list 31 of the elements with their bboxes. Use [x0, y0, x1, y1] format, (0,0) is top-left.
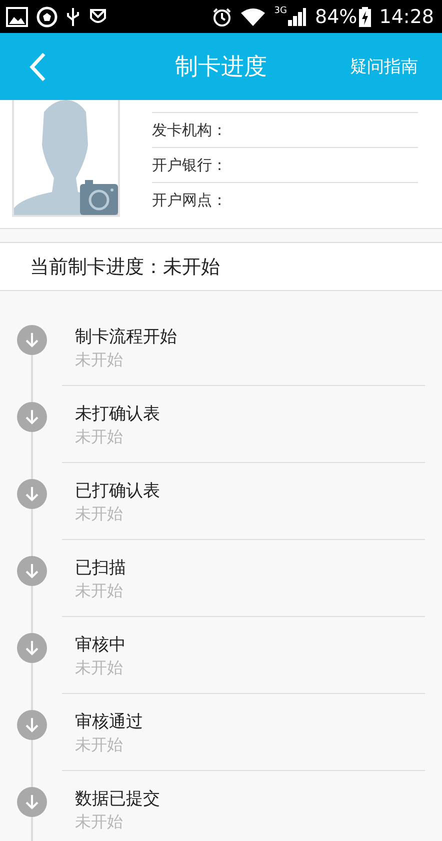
step-status: 未开始 — [75, 734, 123, 756]
network-label: 3G — [274, 6, 287, 16]
step-title: 数据已提交 — [75, 788, 160, 811]
alarm-icon — [212, 6, 232, 26]
current-progress-text: 当前制卡进度：未开始 — [30, 254, 220, 280]
step-status: 未开始 — [75, 657, 123, 679]
clock-time: 14:28 — [379, 6, 434, 28]
signal-icon — [287, 6, 307, 26]
field-label: 发卡机构： — [152, 120, 227, 140]
wifi-icon — [240, 6, 266, 26]
guide-link[interactable]: 疑问指南 — [350, 55, 418, 78]
gallery-icon — [6, 6, 28, 26]
field-label: 开户网点： — [152, 190, 227, 210]
battery-charging-icon — [359, 6, 372, 26]
battery-percent: 84% — [315, 6, 358, 28]
step-title: 审核中 — [75, 634, 126, 657]
step-status: 未开始 — [75, 811, 123, 833]
step-title: 已扫描 — [75, 557, 126, 580]
step-title: 已打确认表 — [75, 480, 160, 503]
step-title: 制卡流程开始 — [75, 326, 177, 349]
page-title: 制卡进度 — [175, 54, 267, 80]
step-status: 未开始 — [75, 349, 123, 371]
step-status: 未开始 — [75, 503, 123, 525]
step-status: 未开始 — [75, 426, 123, 448]
usb-icon — [66, 6, 80, 26]
field-label: 开户银行： — [152, 156, 227, 174]
football-icon — [36, 6, 58, 28]
step-title: 未打确认表 — [75, 403, 160, 426]
step-title: 审核通过 — [75, 711, 143, 734]
avatar-placeholder-icon[interactable] — [14, 100, 118, 215]
step-status: 未开始 — [75, 580, 123, 602]
